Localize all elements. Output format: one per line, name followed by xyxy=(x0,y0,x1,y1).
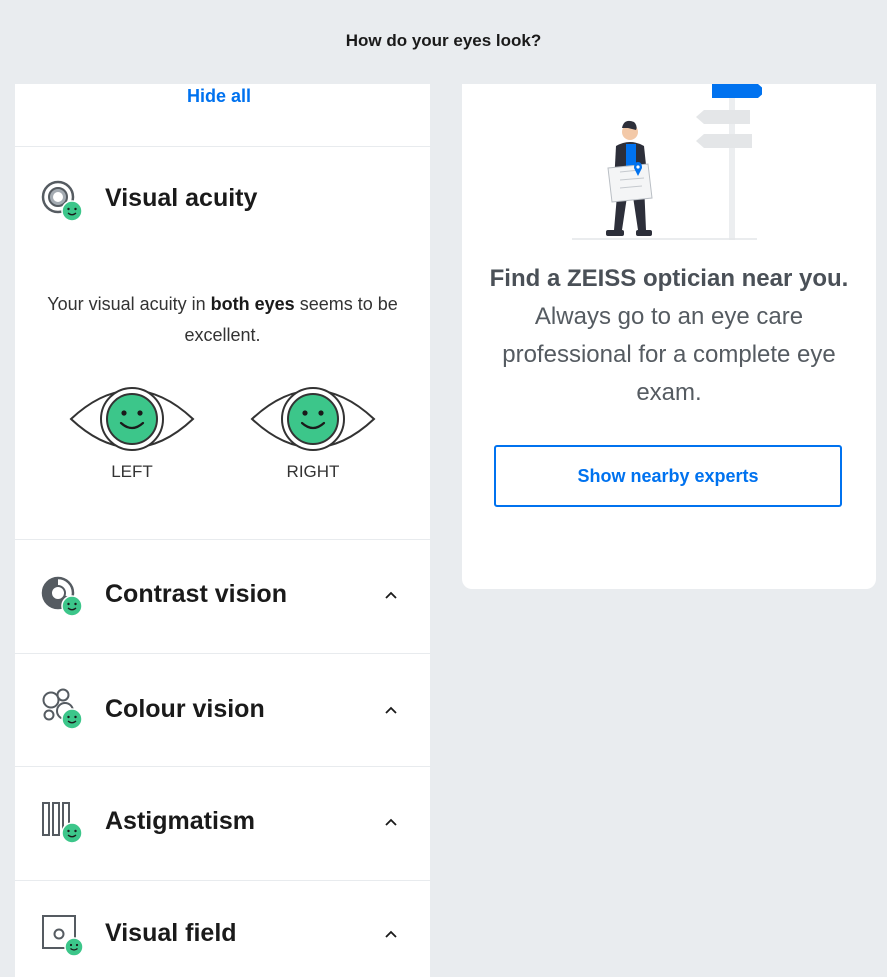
acuity-text-part: Your visual acuity in xyxy=(47,294,211,314)
visual-field-title: Visual field xyxy=(105,919,237,947)
divider xyxy=(15,653,430,654)
visual-acuity-title: Visual acuity xyxy=(105,184,258,212)
optician-description: Find a ZEISS optician near you. Always g… xyxy=(482,260,856,412)
astigmatism-title: Astigmatism xyxy=(105,807,256,835)
visual-acuity-icon xyxy=(41,180,83,222)
chevron-up-icon[interactable] xyxy=(384,815,398,829)
left-eye-icon xyxy=(69,387,195,451)
show-nearby-experts-button[interactable]: Show nearby experts xyxy=(494,445,842,507)
colour-vision-header[interactable]: Colour vision xyxy=(15,687,430,737)
visual-acuity-header[interactable]: Visual acuity xyxy=(15,179,430,229)
optician-text: Always go to an eye care professional fo… xyxy=(502,303,836,406)
page-title: How do your eyes look? xyxy=(345,31,542,50)
chevron-up-icon[interactable] xyxy=(384,588,398,602)
right-eye-label: RIGHT xyxy=(286,462,340,481)
contrast-vision-header[interactable]: Contrast vision xyxy=(15,574,430,624)
visual-field-header[interactable]: Visual field xyxy=(15,912,430,962)
hide-all-row: Hide all xyxy=(15,84,430,147)
contrast-vision-title: Contrast vision xyxy=(105,580,287,608)
hide-all-link[interactable]: Hide all xyxy=(187,86,251,107)
divider xyxy=(15,539,430,540)
optician-bold-text: Find a ZEISS optician near you. xyxy=(489,265,849,292)
visual-field-icon xyxy=(42,915,84,956)
chevron-up-icon[interactable] xyxy=(384,703,398,717)
colour-vision-title: Colour vision xyxy=(105,695,265,723)
optician-illustration xyxy=(572,84,762,240)
divider xyxy=(15,880,430,881)
header-bar: How do your eyes look? xyxy=(0,0,887,84)
results-panel: Hide all Visual acuity Your visual acuit… xyxy=(15,84,430,977)
chevron-up-icon[interactable] xyxy=(384,927,398,941)
right-eye-icon xyxy=(250,387,376,451)
colour-vision-icon xyxy=(42,688,83,730)
contrast-vision-icon xyxy=(41,576,83,617)
astigmatism-header[interactable]: Astigmatism xyxy=(15,800,430,850)
visual-acuity-result-text: Your visual acuity in both eyes seems to… xyxy=(45,289,400,351)
acuity-text-bold: both eyes xyxy=(210,294,295,314)
divider xyxy=(15,766,430,767)
left-eye-label: LEFT xyxy=(111,462,153,481)
astigmatism-icon xyxy=(42,802,83,844)
optician-card: Find a ZEISS optician near you. Always g… xyxy=(462,50,876,589)
